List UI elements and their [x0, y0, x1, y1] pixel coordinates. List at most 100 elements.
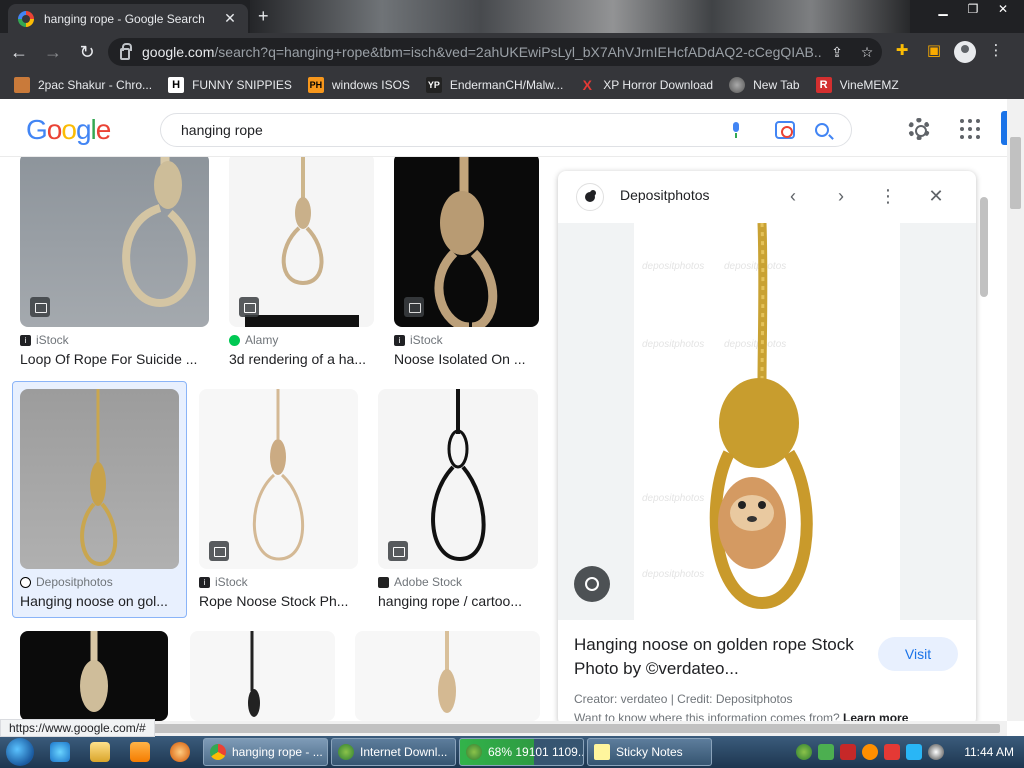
- app-quicklaunch-icon[interactable]: [160, 736, 200, 768]
- url-text[interactable]: google.com/search?q=hanging+rope&tbm=isc…: [142, 44, 822, 60]
- search-inside-image-lens-icon[interactable]: [574, 566, 610, 602]
- side-panel-icon[interactable]: ▣: [922, 38, 946, 64]
- tray-idm-icon[interactable]: [796, 744, 813, 760]
- taskbar-clock[interactable]: 11:44 AM: [964, 745, 1014, 759]
- bookmark-endermanch[interactable]: YP EndermanCH/Malw...: [425, 77, 563, 93]
- back-arrow-icon[interactable]: ←: [4, 37, 34, 67]
- bookmark-windows-isos[interactable]: PH windows ISOS: [307, 77, 410, 93]
- result-caption[interactable]: Loop Of Rope For Suicide ...: [20, 351, 208, 367]
- taskbar-sticky-notes[interactable]: Sticky Notes: [587, 738, 712, 766]
- settings-gear-icon[interactable]: [908, 118, 930, 140]
- result-thumbnail[interactable]: [190, 631, 335, 721]
- result-caption[interactable]: 3d rendering of a ha...: [229, 351, 374, 367]
- preview-title[interactable]: Hanging noose on golden rope Stock Photo…: [574, 633, 874, 681]
- learn-more-link[interactable]: Learn more: [843, 711, 908, 721]
- tray-display-icon[interactable]: [906, 744, 923, 760]
- panel-source-name[interactable]: Depositphotos: [620, 187, 710, 203]
- image-result[interactable]: Adobe Stock hanging rope / cartoo...: [378, 389, 538, 614]
- browser-tab[interactable]: hanging rope - Google Search ✕: [8, 4, 248, 33]
- start-button-icon[interactable]: [0, 736, 40, 768]
- explorer-quicklaunch-icon[interactable]: [80, 736, 120, 768]
- image-result[interactable]: i iStock Noose Isolated On ...: [394, 153, 539, 373]
- image-result[interactable]: i iStock Rope Noose Stock Ph...: [199, 389, 358, 614]
- tray-app-icon[interactable]: [818, 744, 835, 760]
- image-result-selected[interactable]: Depositphotos Hanging noose on gol...: [20, 389, 180, 614]
- result-thumbnail[interactable]: [20, 153, 209, 327]
- image-badge-icon: [388, 541, 408, 561]
- new-tab-button[interactable]: +: [258, 6, 269, 27]
- adobe-stock-icon: [378, 576, 389, 588]
- next-chevron-icon[interactable]: ›: [829, 185, 853, 209]
- more-options-icon[interactable]: ⋮: [876, 185, 900, 209]
- visit-button[interactable]: Visit: [878, 637, 958, 671]
- restore-icon[interactable]: ❐: [958, 0, 988, 20]
- search-input[interactable]: hanging rope: [181, 122, 731, 138]
- profile-avatar-icon[interactable]: [954, 41, 976, 63]
- bookmark-icon: [14, 77, 30, 93]
- taskbar-chrome-window[interactable]: hanging rope - ...: [203, 738, 328, 766]
- address-bar[interactable]: google.com/search?q=hanging+rope&tbm=isc…: [108, 38, 882, 66]
- result-thumbnail[interactable]: [199, 389, 358, 569]
- tray-flag-icon[interactable]: [884, 744, 901, 760]
- tray-v-icon[interactable]: [840, 744, 857, 760]
- google-logo[interactable]: Google: [26, 114, 111, 146]
- image-result[interactable]: [190, 631, 335, 721]
- taskbar-internet-download-manager[interactable]: Internet Downl...: [331, 738, 456, 766]
- taskbar-download-progress[interactable]: 68% 19101 1109...: [459, 738, 584, 766]
- result-caption[interactable]: hanging rope / cartoo...: [378, 593, 533, 609]
- preview-photo[interactable]: depositphotos depositphotos depositphoto…: [634, 223, 900, 620]
- star-icon[interactable]: ☆: [852, 44, 882, 61]
- h-site-icon: H: [168, 77, 185, 93]
- microphone-icon[interactable]: [731, 122, 741, 138]
- search-icon[interactable]: [815, 123, 829, 137]
- result-thumbnail[interactable]: [229, 153, 374, 327]
- panel-scrollbar-thumb[interactable]: [980, 197, 988, 297]
- image-result[interactable]: i iStock Loop Of Rope For Suicide ...: [20, 153, 210, 373]
- search-box[interactable]: hanging rope: [160, 113, 852, 147]
- image-result[interactable]: [20, 631, 168, 721]
- close-panel-icon[interactable]: ✕: [924, 185, 948, 209]
- bookmark-funny-snippies[interactable]: H FUNNY SNIPPIES: [168, 77, 292, 93]
- media-player-quicklaunch-icon[interactable]: [120, 736, 160, 768]
- page-vertical-scrollbar[interactable]: [1007, 99, 1024, 721]
- result-thumbnail[interactable]: [378, 389, 538, 569]
- tab-close-icon[interactable]: ✕: [222, 10, 238, 27]
- title-bar: hanging rope - Google Search ✕ + ▁ ❐ ✕: [0, 0, 1024, 33]
- google-lens-icon[interactable]: [775, 121, 795, 139]
- panel-scrollbar[interactable]: [978, 189, 990, 717]
- browser-toolbar: ← → ↻ google.com/search?q=hanging+rope&t…: [0, 33, 1024, 71]
- google-apps-icon[interactable]: [960, 119, 980, 139]
- window-controls: ▁ ❐ ✕: [928, 0, 1018, 20]
- result-thumbnail[interactable]: [20, 389, 179, 569]
- browser-window: hanging rope - Google Search ✕ + ▁ ❐ ✕ ←…: [0, 0, 1024, 768]
- preview-image[interactable]: depositphotos depositphotos depositphoto…: [558, 223, 976, 620]
- result-thumbnail[interactable]: [355, 631, 540, 721]
- reload-icon[interactable]: ↻: [72, 37, 102, 67]
- ie-quicklaunch-icon[interactable]: [40, 736, 80, 768]
- tray-volume-icon[interactable]: [928, 744, 945, 760]
- image-result[interactable]: [355, 631, 540, 721]
- bookmark-vinememz[interactable]: R VineMEMZ: [815, 77, 899, 93]
- extensions-icon[interactable]: ✚: [890, 38, 914, 64]
- result-caption[interactable]: Noose Isolated On ...: [394, 351, 539, 367]
- minimize-icon[interactable]: ▁: [928, 0, 958, 20]
- bookmark-xp-horror[interactable]: X XP Horror Download: [579, 77, 714, 93]
- scrollbar-thumb[interactable]: [150, 724, 1000, 733]
- bookmark-2pac[interactable]: 2pac Shakur - Chro...: [14, 77, 152, 93]
- forward-arrow-icon[interactable]: →: [38, 37, 68, 67]
- image-result[interactable]: Alamy 3d rendering of a ha...: [229, 153, 374, 373]
- sign-in-button-edge[interactable]: [1001, 111, 1007, 145]
- close-window-icon[interactable]: ✕: [988, 0, 1018, 20]
- result-caption[interactable]: Rope Noose Stock Ph...: [199, 593, 354, 609]
- bookmark-new-tab[interactable]: New Tab: [729, 77, 800, 93]
- scrollbar-thumb[interactable]: [1010, 137, 1021, 209]
- lock-icon[interactable]: [120, 43, 132, 60]
- result-thumbnail[interactable]: [20, 631, 168, 721]
- previous-chevron-icon[interactable]: ‹: [781, 185, 805, 209]
- share-icon[interactable]: ⇪: [822, 44, 852, 61]
- result-thumbnail[interactable]: [394, 153, 539, 327]
- panel-header: Depositphotos ‹ › ⋮ ✕: [558, 171, 976, 221]
- tray-search-icon[interactable]: [862, 744, 879, 760]
- menu-kebab-icon[interactable]: ⋮: [984, 38, 1008, 64]
- result-caption[interactable]: Hanging noose on gol...: [20, 593, 175, 609]
